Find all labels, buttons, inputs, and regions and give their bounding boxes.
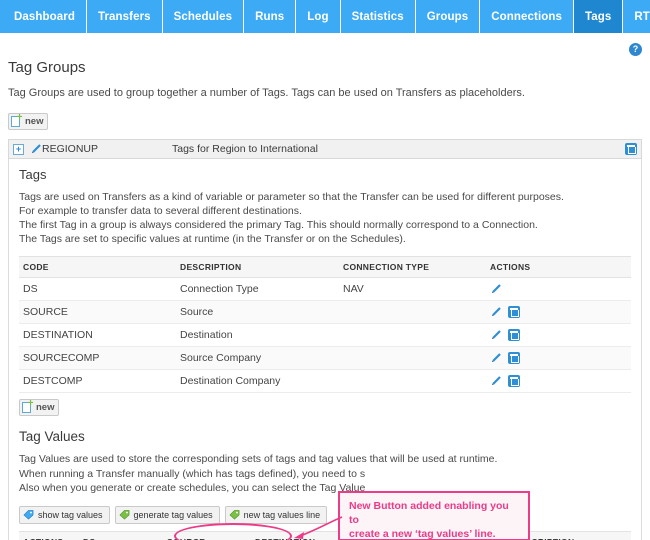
table-row: SOURCECOMP Source Company — [19, 346, 631, 370]
tag-description: Source Company — [176, 346, 339, 370]
tags-col-description: DESCRIPTION — [176, 256, 339, 278]
nav-tab-runs[interactable]: Runs — [244, 0, 297, 33]
tag-group-row-regionup[interactable]: + REGIONUP Tags for Region to Internatio… — [8, 139, 642, 159]
tag-values-title: Tag Values — [19, 429, 85, 444]
new-tag-label: new — [36, 401, 55, 413]
tag-icon-blue — [23, 509, 34, 520]
tag-actions — [486, 346, 631, 370]
generate-tag-values-button[interactable]: generate tag values — [114, 505, 220, 524]
generate-tag-values-label: generate tag values — [133, 509, 213, 520]
tag-values-header-row: ACTIONS DS SOURCE DESTINATION SOURCECOMP… — [19, 530, 631, 540]
table-row: DESTINATION Destination — [19, 323, 631, 347]
tag-groups-intro: Tag Groups are used to group together a … — [8, 87, 525, 99]
tag-code: SOURCECOMP — [19, 346, 176, 370]
tag-description: Connection Type — [176, 277, 339, 301]
annotation-line-1: New Button added enabling you to — [349, 500, 509, 526]
tag-values-description-line-1: Tag Values are used to store the corresp… — [19, 453, 498, 465]
tag-values-description-line-3: Also when you generate or create schedul… — [19, 482, 366, 494]
delete-tag-icon[interactable] — [508, 306, 520, 318]
help-row: ? — [0, 33, 650, 56]
new-tag-group-label: new — [25, 115, 44, 127]
tag-icon-green — [119, 509, 130, 520]
tag-code: SOURCE — [19, 300, 176, 324]
nav-tab-connections[interactable]: Connections — [480, 0, 575, 33]
tv-col-source: SOURCE — [163, 530, 251, 540]
table-row: DS Connection Type NAV — [19, 277, 631, 301]
tag-code: DESTINATION — [19, 323, 176, 347]
edit-pencil-icon[interactable] — [490, 352, 502, 364]
tags-description-line-4: The Tags are set to specific values at r… — [19, 233, 406, 245]
tag-connection-type — [339, 346, 486, 370]
new-tag-values-line-button[interactable]: new tag values line — [224, 505, 328, 524]
edit-pencil-icon[interactable] — [490, 375, 502, 387]
annotation-callout: New Button added enabling you to create … — [338, 491, 530, 540]
tag-values-description: Tag Values are used to store the corresp… — [19, 452, 631, 496]
nav-tab-groups[interactable]: Groups — [415, 0, 481, 33]
tag-actions — [486, 277, 631, 301]
nav-tab-schedules[interactable]: Schedules — [162, 0, 245, 33]
tag-group-code: REGIONUP — [42, 143, 99, 155]
page-title: Tag Groups — [8, 59, 86, 76]
tags-col-code: CODE — [19, 256, 176, 278]
tags-col-actions: ACTIONS — [486, 256, 631, 278]
tag-values-description-line-2: When running a Transfer manually (which … — [19, 467, 366, 480]
tag-connection-type: NAV — [339, 277, 486, 301]
tag-connection-type — [339, 300, 486, 324]
tag-actions — [486, 300, 631, 324]
new-tag-button[interactable]: + new — [19, 399, 60, 416]
tag-connection-type — [339, 369, 486, 393]
edit-pencil-icon[interactable] — [490, 329, 502, 341]
nav-tab-log[interactable]: Log — [296, 0, 341, 33]
tags-description-line-3: The first Tag in a group is always consi… — [19, 219, 538, 231]
new-document-icon: + — [22, 399, 34, 414]
new-tag-values-line-label: new tag values line — [243, 509, 321, 520]
page-content: Tag Groups Tag Groups are used to group … — [0, 59, 650, 540]
new-tag-group-button[interactable]: + new — [8, 113, 49, 130]
show-tag-values-label: show tag values — [38, 509, 103, 520]
delete-tag-icon[interactable] — [508, 329, 520, 341]
edit-pencil-icon[interactable] — [490, 306, 502, 318]
tv-col-destination: DESTINATION — [251, 530, 339, 540]
tag-group-description: Tags for Region to International — [172, 143, 318, 155]
tv-col-ds: DS — [79, 530, 163, 540]
edit-pencil-icon[interactable] — [490, 283, 502, 295]
help-icon[interactable]: ? — [629, 43, 642, 56]
tag-icon-green — [229, 509, 240, 520]
tag-values-button-bar: show tag values generate tag values new … — [19, 505, 631, 524]
tags-col-connection-type: CONNECTION TYPE — [339, 256, 486, 278]
nav-tab-tags[interactable]: Tags — [574, 0, 624, 33]
nav-tab-rti[interactable]: RTI — [623, 0, 650, 33]
nav-tab-dashboard[interactable]: Dashboard — [0, 0, 87, 33]
tags-card: Tags Tags are used on Transfers as a kin… — [8, 159, 642, 540]
table-row: SOURCE Source — [19, 300, 631, 324]
tags-title: Tags — [19, 167, 47, 182]
tag-connection-type — [339, 323, 486, 347]
tags-description-line-2: For example to transfer data to several … — [19, 205, 302, 217]
tags-table-header-row: CODE DESCRIPTION CONNECTION TYPE ACTIONS — [19, 256, 631, 278]
delete-tag-icon[interactable] — [508, 352, 520, 364]
tv-col-actions: ACTIONS — [19, 530, 79, 540]
main-navigation: Dashboard Transfers Schedules Runs Log S… — [0, 0, 650, 33]
delete-tag-group-icon[interactable] — [625, 143, 637, 155]
new-document-icon: + — [11, 113, 23, 128]
expand-icon[interactable]: + — [13, 143, 24, 155]
tags-table: CODE DESCRIPTION CONNECTION TYPE ACTIONS… — [19, 256, 631, 393]
delete-tag-icon[interactable] — [508, 375, 520, 387]
tag-code: DS — [19, 277, 176, 301]
tag-values-table: ACTIONS DS SOURCE DESTINATION SOURCECOMP… — [19, 530, 631, 540]
edit-pencil-icon[interactable] — [30, 143, 42, 155]
tags-description-line-1: Tags are used on Transfers as a kind of … — [19, 191, 564, 203]
nav-tab-transfers[interactable]: Transfers — [86, 0, 163, 33]
tag-description: Source — [176, 300, 339, 324]
tag-actions — [486, 323, 631, 347]
tag-description: Destination — [176, 323, 339, 347]
annotation-line-2: create a new ‘tag values’ line. — [349, 528, 496, 540]
nav-tab-statistics[interactable]: Statistics — [340, 0, 416, 33]
tag-actions — [486, 369, 631, 393]
tags-description: Tags are used on Transfers as a kind of … — [19, 190, 631, 246]
tag-code: DESTCOMP — [19, 369, 176, 393]
table-row: DESTCOMP Destination Company — [19, 369, 631, 393]
tag-description: Destination Company — [176, 369, 339, 393]
show-tag-values-button[interactable]: show tag values — [19, 505, 110, 524]
